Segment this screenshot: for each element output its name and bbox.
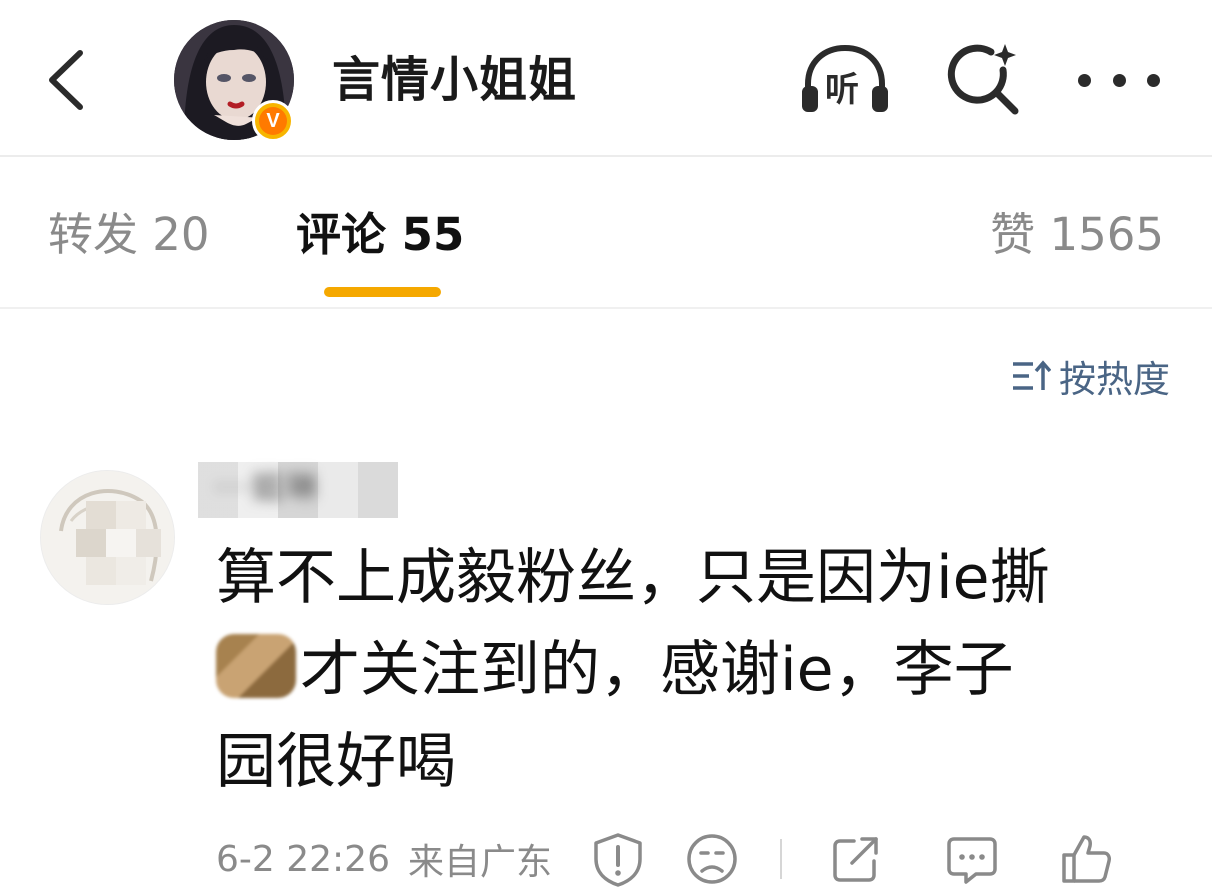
comment-location: 来自广东 [408, 842, 553, 883]
tab-bar: 转发 20 评论 55 赞 1565 [0, 157, 1212, 309]
tab-like[interactable]: 赞 1565 [990, 205, 1164, 265]
share-icon[interactable] [828, 831, 884, 887]
comment-timestamp: 6-2 22:26 [216, 838, 390, 880]
blurred-emoji-icon [216, 634, 296, 698]
verified-badge-icon: V [252, 100, 294, 142]
tab-repost[interactable]: 转发 20 [48, 205, 210, 265]
commenter-avatar[interactable] [40, 470, 175, 605]
comment-body: 算不上成毅粉丝，只是因为ie撕 才关注到的，感谢ie，李子 园很好喝 [216, 532, 1176, 808]
sort-label: 按热度 [1059, 358, 1170, 401]
reply-icon[interactable] [944, 831, 1000, 887]
sort-icon [1013, 360, 1051, 390]
comment-line-2-text: 才关注到的，感谢ie，李子 [300, 635, 1014, 705]
listen-label: 听 [825, 70, 859, 110]
back-arrow-icon[interactable] [40, 45, 100, 115]
report-icon[interactable] [590, 831, 646, 887]
sort-button[interactable]: 按热度 [1011, 350, 1170, 402]
like-icon[interactable] [1058, 831, 1114, 887]
tab-active-indicator [324, 287, 441, 297]
ai-search-icon[interactable] [945, 40, 1025, 120]
footer-divider [780, 839, 783, 879]
tab-comment[interactable]: 评论 55 [296, 205, 464, 265]
comment-footer: 6-2 22:26 来自广东 [216, 828, 1176, 890]
comment-line-1: 算不上成毅粉丝，只是因为ie撕 [216, 543, 1050, 613]
comment-username[interactable]: ···姐琳 [215, 462, 320, 508]
page-title: 言情小姐姐 [332, 52, 578, 108]
listen-headphone-icon[interactable]: 听 [798, 40, 892, 120]
comment-line-3: 园很好喝 [216, 727, 456, 797]
comment-line-2: 才关注到的，感谢ie，李子 [216, 624, 1176, 716]
dislike-face-icon[interactable] [684, 831, 740, 887]
more-icon[interactable] [1078, 60, 1160, 100]
